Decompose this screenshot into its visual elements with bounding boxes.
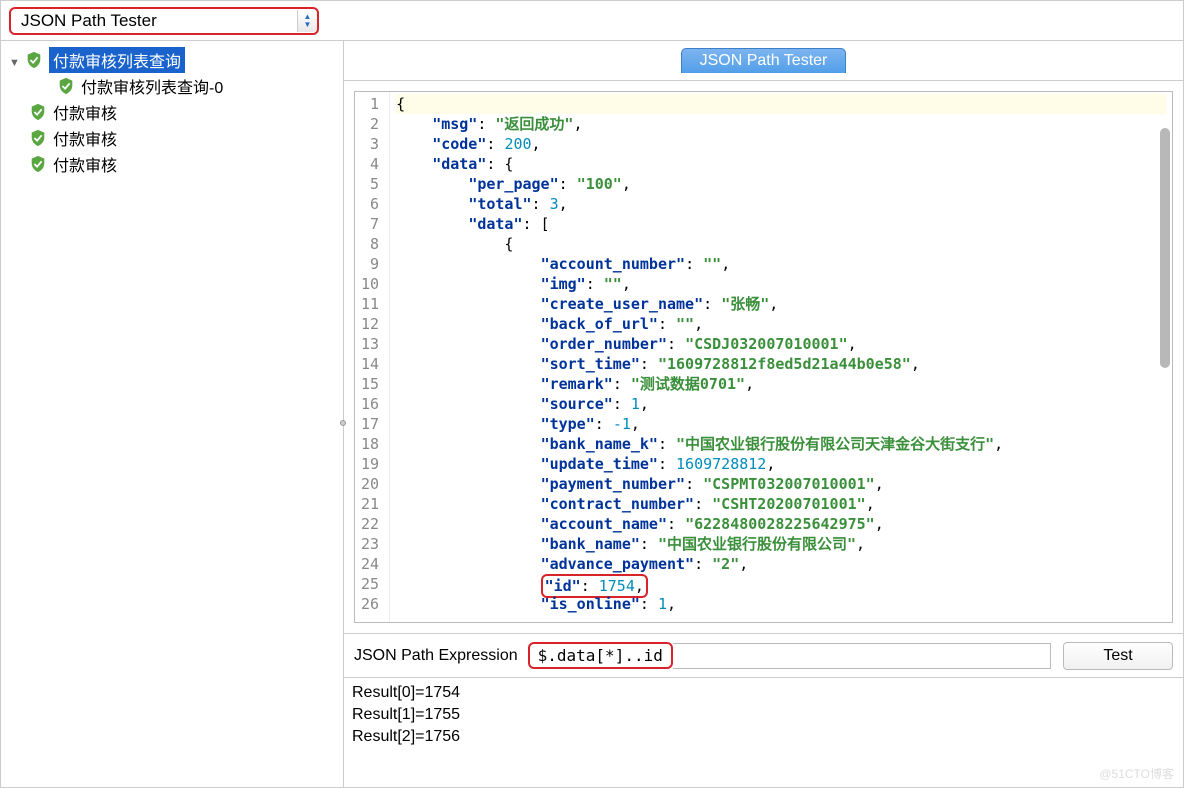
shield-check-icon bbox=[57, 77, 75, 95]
watermark: @51CTO博客 bbox=[1099, 765, 1174, 782]
sidebar-tree: 付款审核列表查询 付款审核列表查询-0 付款审核 付款审核 付款审核 bbox=[1, 41, 344, 787]
line-number-gutter: 1234567891011121314151617181920212223242… bbox=[355, 92, 390, 622]
expression-value: $.data[*]..id bbox=[528, 642, 673, 669]
test-button[interactable]: Test bbox=[1063, 642, 1173, 670]
dropdown-label: JSON Path Tester bbox=[11, 11, 297, 31]
results-panel: Result[0]=1754 Result[1]=1755 Result[2]=… bbox=[344, 677, 1183, 787]
app-window: JSON Path Tester ▲▼ 付款审核列表查询 付款审核列表查询-0 … bbox=[0, 0, 1184, 788]
code-content: { "msg": "返回成功", "code": 200, "data": { … bbox=[390, 92, 1172, 622]
tab-json-path-tester[interactable]: JSON Path Tester bbox=[681, 48, 847, 73]
shield-check-icon bbox=[29, 103, 47, 121]
expression-bar: JSON Path Expression $.data[*]..id Test bbox=[344, 633, 1183, 677]
tab-bar: JSON Path Tester bbox=[344, 41, 1183, 81]
content-panel: JSON Path Tester 12345678910111213141516… bbox=[344, 41, 1183, 787]
toolbar: JSON Path Tester ▲▼ bbox=[1, 1, 1183, 41]
result-row: Result[0]=1754 bbox=[352, 682, 1175, 704]
view-dropdown[interactable]: JSON Path Tester ▲▼ bbox=[9, 7, 319, 35]
chevron-updown-icon: ▲▼ bbox=[297, 10, 317, 32]
result-row: Result[1]=1755 bbox=[352, 704, 1175, 726]
tree-item-label: 付款审核 bbox=[53, 152, 117, 176]
shield-check-icon bbox=[29, 155, 47, 173]
tree-item-label: 付款审核列表查询-0 bbox=[81, 74, 223, 98]
disclosure-triangle-icon[interactable] bbox=[9, 53, 23, 67]
shield-check-icon bbox=[29, 129, 47, 147]
splitter-handle[interactable] bbox=[340, 420, 346, 426]
tree-item-label: 付款审核 bbox=[53, 100, 117, 124]
shield-check-icon bbox=[25, 51, 43, 69]
tree-item[interactable]: 付款审核 bbox=[5, 151, 339, 177]
expression-input-rest bbox=[673, 643, 1051, 669]
result-row: Result[2]=1756 bbox=[352, 726, 1175, 748]
json-code-editor[interactable]: 1234567891011121314151617181920212223242… bbox=[354, 91, 1173, 623]
main-area: 付款审核列表查询 付款审核列表查询-0 付款审核 付款审核 付款审核 JSON … bbox=[1, 41, 1183, 787]
tree-item-label: 付款审核列表查询 bbox=[49, 47, 185, 73]
tree-root-item[interactable]: 付款审核列表查询 bbox=[5, 47, 339, 73]
tree-item[interactable]: 付款审核 bbox=[5, 99, 339, 125]
tree-item[interactable]: 付款审核 bbox=[5, 125, 339, 151]
tree-item-label: 付款审核 bbox=[53, 126, 117, 150]
tree-child-item[interactable]: 付款审核列表查询-0 bbox=[5, 73, 339, 99]
scrollbar-thumb[interactable] bbox=[1160, 128, 1170, 368]
expression-label: JSON Path Expression bbox=[354, 647, 518, 665]
expression-input[interactable]: $.data[*]..id bbox=[528, 642, 1051, 669]
